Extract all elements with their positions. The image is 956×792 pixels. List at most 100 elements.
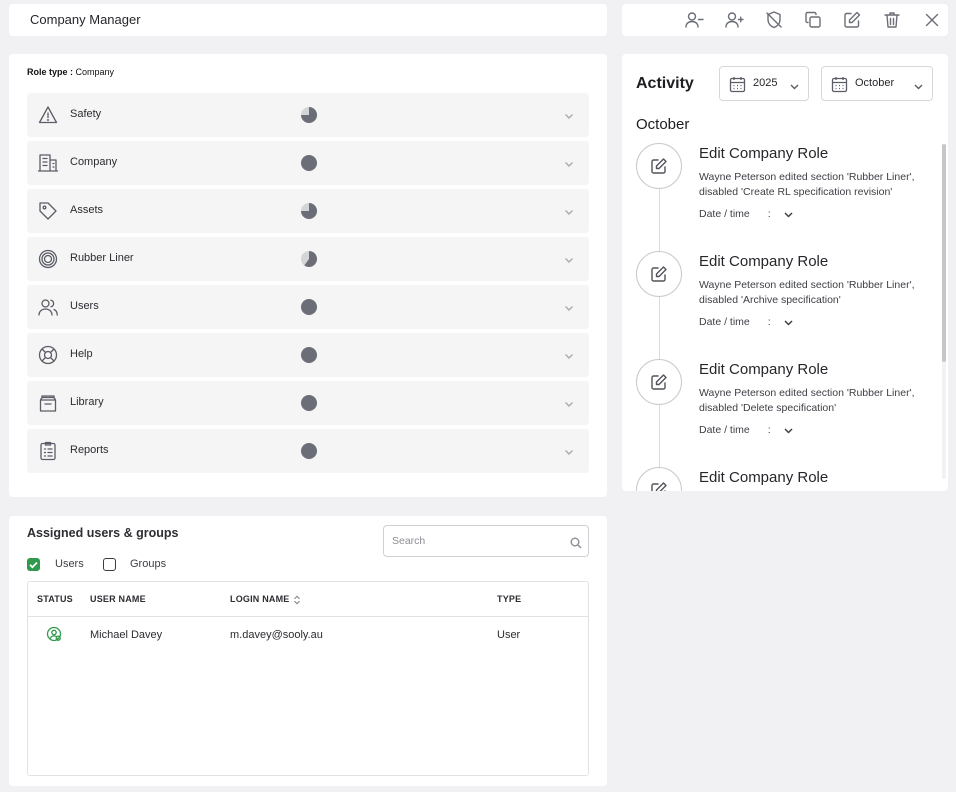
datetime-separator: : xyxy=(767,208,771,220)
disable-role-button[interactable] xyxy=(762,9,786,31)
chevron-down-icon xyxy=(914,84,923,90)
add-user-icon xyxy=(725,12,744,28)
pie-background xyxy=(301,155,317,171)
activity-item-title: Edit Company Role xyxy=(699,145,829,162)
permission-level-icon xyxy=(301,251,317,267)
remove-user-button[interactable] xyxy=(682,9,706,31)
search-box xyxy=(383,525,589,557)
activity-title: Activity xyxy=(636,75,694,92)
year-value: 2025 xyxy=(753,77,778,89)
users-checkbox[interactable] xyxy=(27,558,40,571)
chevron-down-icon xyxy=(565,210,573,215)
user-name-cell: Michael Davey xyxy=(90,629,163,641)
toolbar xyxy=(622,4,948,36)
active-user-icon xyxy=(46,626,62,642)
table-row[interactable]: Michael Davey m.davey@sooly.au User xyxy=(28,617,588,653)
permission-list: Safety Company Assets Rubber Liner Users xyxy=(27,93,589,477)
month-value: October xyxy=(855,77,895,89)
groups-checkbox[interactable] xyxy=(103,558,116,571)
chevron-down-icon xyxy=(565,450,573,455)
activity-item-description: Wayne Peterson edited section 'Rubber Li… xyxy=(699,279,915,306)
delete-button[interactable] xyxy=(880,9,904,31)
activity-item-datetime[interactable]: Date / time: xyxy=(699,316,794,328)
copy-button[interactable] xyxy=(801,9,825,31)
table-header: STATUS USER NAME LOGIN NAME TYPE xyxy=(28,582,588,617)
permission-label: Company xyxy=(70,156,118,168)
activity-item-title: Edit Company Role xyxy=(699,469,829,486)
remove-user-icon xyxy=(685,12,704,28)
datetime-label: Date / time xyxy=(699,424,750,436)
pie-background xyxy=(301,347,317,363)
pie-background xyxy=(301,299,317,315)
search-icon xyxy=(570,537,582,549)
permission-row-help[interactable]: Help xyxy=(27,333,589,377)
year-select[interactable]: 2025 xyxy=(719,66,809,101)
copy-icon xyxy=(805,11,821,28)
permission-row-safety[interactable]: Safety xyxy=(27,93,589,137)
permission-row-rubber-liner[interactable]: Rubber Liner xyxy=(27,237,589,281)
datetime-label: Date / time xyxy=(699,316,750,328)
edit-button[interactable] xyxy=(840,9,864,31)
login-name-cell: m.davey@sooly.au xyxy=(230,629,323,641)
type-cell: User xyxy=(497,629,521,641)
permission-row-reports[interactable]: Reports xyxy=(27,429,589,473)
activity-item-datetime[interactable]: Date / time: xyxy=(699,424,794,436)
add-user-button[interactable] xyxy=(722,9,746,31)
month-select[interactable]: October xyxy=(821,66,933,101)
activity-icon-circle xyxy=(636,359,682,405)
page-title: Company Manager xyxy=(30,12,141,27)
edit-icon xyxy=(651,374,667,390)
close-button[interactable] xyxy=(920,9,944,31)
datetime-label: Date / time xyxy=(699,208,750,220)
role-type-value: Company xyxy=(75,67,115,77)
chevron-down-icon xyxy=(565,258,573,263)
column-header-user-name: USER NAME xyxy=(90,594,146,604)
permission-row-library[interactable]: Library xyxy=(27,381,589,425)
pie-background xyxy=(301,443,317,459)
clipboard-icon xyxy=(40,441,56,461)
permission-level-icon xyxy=(301,107,317,123)
assigned-panel: Assigned users & groups Users Groups STA… xyxy=(9,516,607,786)
users-checkbox-label: Users xyxy=(55,558,84,570)
permission-level-icon xyxy=(301,395,317,411)
permission-level-icon xyxy=(301,299,317,315)
activity-item-title: Edit Company Role xyxy=(699,253,829,270)
tag-icon xyxy=(39,202,57,220)
permission-label: Help xyxy=(70,348,93,360)
chevron-down-icon xyxy=(784,212,793,218)
title-bar: Company Manager xyxy=(9,4,607,36)
datetime-separator: : xyxy=(767,316,771,328)
chevron-down-icon xyxy=(565,354,573,359)
trash-icon xyxy=(884,12,900,28)
permission-label: Users xyxy=(70,300,99,312)
users-icon xyxy=(38,299,58,316)
permission-level-icon xyxy=(301,155,317,171)
permission-label: Assets xyxy=(70,204,104,216)
shield-off-icon xyxy=(766,11,782,29)
datetime-separator: : xyxy=(767,424,771,436)
permission-row-users[interactable]: Users xyxy=(27,285,589,329)
permission-label: Reports xyxy=(70,444,109,456)
timeline-line xyxy=(659,189,660,491)
activity-icon-circle xyxy=(636,251,682,297)
rings-icon xyxy=(38,249,58,269)
permission-row-assets[interactable]: Assets xyxy=(27,189,589,233)
scrollbar-thumb[interactable] xyxy=(942,144,946,362)
activity-icon-circle xyxy=(636,143,682,189)
month-heading: October xyxy=(636,116,690,133)
chevron-down-icon xyxy=(784,320,793,326)
chevron-down-icon xyxy=(565,162,573,167)
chevron-down-icon xyxy=(565,306,573,311)
search-input[interactable] xyxy=(384,526,588,556)
pie-background xyxy=(301,395,317,411)
activity-panel: Activity 2025 October October Edit Compa… xyxy=(622,54,948,491)
users-table: STATUS USER NAME LOGIN NAME TYPE Michael… xyxy=(27,581,589,776)
column-header-label: LOGIN NAME xyxy=(230,594,290,604)
groups-checkbox-label: Groups xyxy=(130,558,167,570)
permission-label: Rubber Liner xyxy=(70,252,134,264)
role-panel: Role type : Company Safety Company Asset… xyxy=(9,54,607,497)
chevron-down-icon xyxy=(565,402,573,407)
column-header-login-name[interactable]: LOGIN NAME xyxy=(230,594,301,605)
activity-item-datetime[interactable]: Date / time: xyxy=(699,208,794,220)
permission-row-company[interactable]: Company xyxy=(27,141,589,185)
